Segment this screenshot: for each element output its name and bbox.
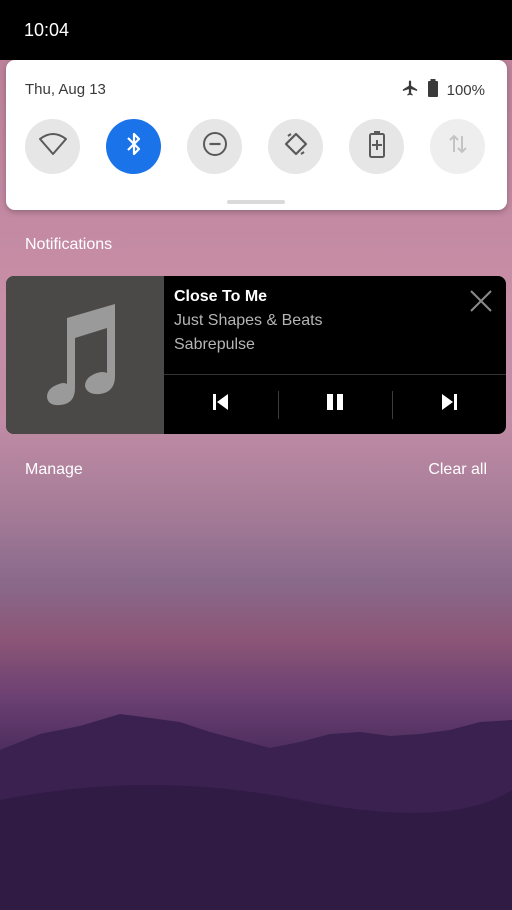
close-icon bbox=[469, 289, 493, 318]
pause-button[interactable] bbox=[278, 375, 392, 434]
auto-rotate-icon bbox=[282, 130, 310, 163]
clear-all-button[interactable]: Clear all bbox=[428, 461, 487, 479]
battery-icon bbox=[427, 79, 439, 101]
battery-percent: 100% bbox=[446, 81, 485, 99]
notifications-header: Notifications bbox=[25, 236, 113, 253]
dismiss-button[interactable] bbox=[468, 289, 494, 318]
status-bar: 10:04 bbox=[0, 0, 512, 60]
wifi-tile[interactable] bbox=[25, 119, 80, 174]
mobile-data-tile[interactable] bbox=[430, 119, 485, 174]
airplane-mode-icon bbox=[401, 79, 419, 101]
qs-tiles bbox=[25, 119, 487, 174]
media-notification[interactable]: Close To Me Just Shapes & Beats Sabrepul… bbox=[6, 276, 506, 434]
qs-drag-handle[interactable] bbox=[227, 200, 285, 204]
wallpaper-hills bbox=[0, 714, 512, 910]
next-button[interactable] bbox=[392, 375, 506, 434]
auto-rotate-tile[interactable] bbox=[268, 119, 323, 174]
do-not-disturb-tile[interactable] bbox=[187, 119, 242, 174]
mobile-data-icon bbox=[447, 132, 469, 161]
status-time: 10:04 bbox=[24, 20, 70, 40]
media-title: Close To Me bbox=[174, 288, 268, 305]
next-icon bbox=[440, 393, 458, 416]
album-art bbox=[6, 276, 164, 434]
bluetooth-tile[interactable] bbox=[106, 119, 161, 174]
do-not-disturb-icon bbox=[202, 131, 228, 162]
media-info: Close To Me Just Shapes & Beats Sabrepul… bbox=[174, 288, 323, 354]
wifi-icon bbox=[38, 132, 68, 161]
battery-saver-icon bbox=[368, 130, 386, 163]
battery-saver-tile[interactable] bbox=[349, 119, 404, 174]
qs-status-icons: 100% bbox=[401, 79, 485, 101]
music-note-icon bbox=[45, 298, 125, 413]
media-artist: Sabrepulse bbox=[174, 336, 255, 353]
manage-button[interactable]: Manage bbox=[25, 461, 83, 479]
previous-button[interactable] bbox=[164, 375, 278, 434]
media-album: Just Shapes & Beats bbox=[174, 312, 323, 329]
bluetooth-icon bbox=[124, 131, 144, 162]
previous-icon bbox=[212, 393, 230, 416]
pause-icon bbox=[326, 393, 344, 416]
quick-settings-panel: Thu, Aug 13 100% bbox=[6, 60, 507, 210]
qs-date[interactable]: Thu, Aug 13 bbox=[25, 81, 106, 98]
media-controls bbox=[164, 375, 506, 434]
